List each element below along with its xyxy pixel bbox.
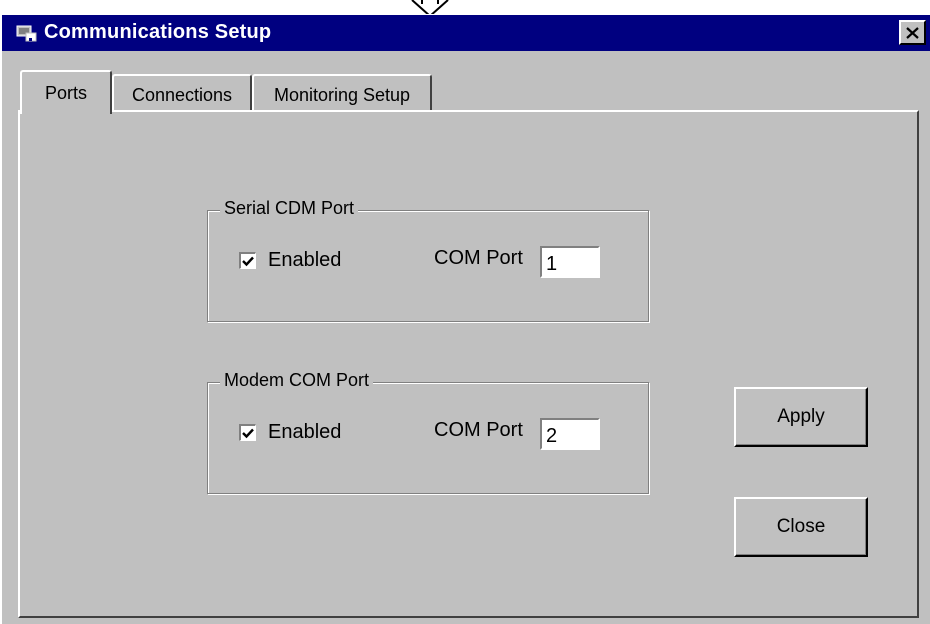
tab-monitoring-setup[interactable]: Monitoring Setup — [252, 74, 432, 114]
serial-enabled-checkbox[interactable] — [239, 252, 256, 269]
window-title: Communications Setup — [44, 21, 272, 43]
tab-connections[interactable]: Connections — [112, 74, 252, 114]
serial-com-port-input[interactable] — [540, 246, 600, 278]
serial-enabled-row[interactable]: Enabled — [239, 249, 341, 272]
serial-enabled-label: Enabled — [268, 249, 342, 271]
close-button[interactable]: Close — [734, 497, 868, 557]
close-x-icon — [906, 26, 919, 39]
checkmark-icon — [242, 256, 254, 266]
title-bar[interactable]: Communications Setup — [2, 15, 930, 51]
modem-enabled-row[interactable]: Enabled — [239, 421, 341, 444]
modem-com-port-group: Modem COM Port Enabled COM Port — [207, 370, 649, 494]
modem-group-title: Modem COM Port — [220, 370, 374, 391]
tab-connections-label: Connections — [131, 84, 233, 105]
communications-setup-window: Communications Setup Ports Connections M… — [0, 14, 930, 624]
modem-com-port-input[interactable] — [540, 418, 600, 450]
modem-enabled-label: Enabled — [268, 421, 342, 443]
tab-monitoring-setup-label: Monitoring Setup — [273, 84, 411, 105]
checkmark-icon — [242, 428, 254, 438]
ports-tab-panel: Serial CDM Port Enabled COM Port Modem C… — [18, 110, 919, 618]
serial-group-title: Serial CDM Port — [220, 198, 359, 219]
serial-com-port-group: Serial CDM Port Enabled COM Port — [207, 198, 649, 322]
app-window-icon — [16, 25, 37, 42]
modem-enabled-checkbox[interactable] — [239, 424, 256, 441]
close-window-button[interactable] — [899, 20, 926, 45]
modem-com-port-label: COM Port — [434, 419, 523, 441]
serial-com-port-label: COM Port — [434, 247, 523, 269]
tab-ports[interactable]: Ports — [20, 70, 112, 114]
apply-button[interactable]: Apply — [734, 387, 868, 447]
tab-ports-label: Ports — [44, 82, 87, 103]
